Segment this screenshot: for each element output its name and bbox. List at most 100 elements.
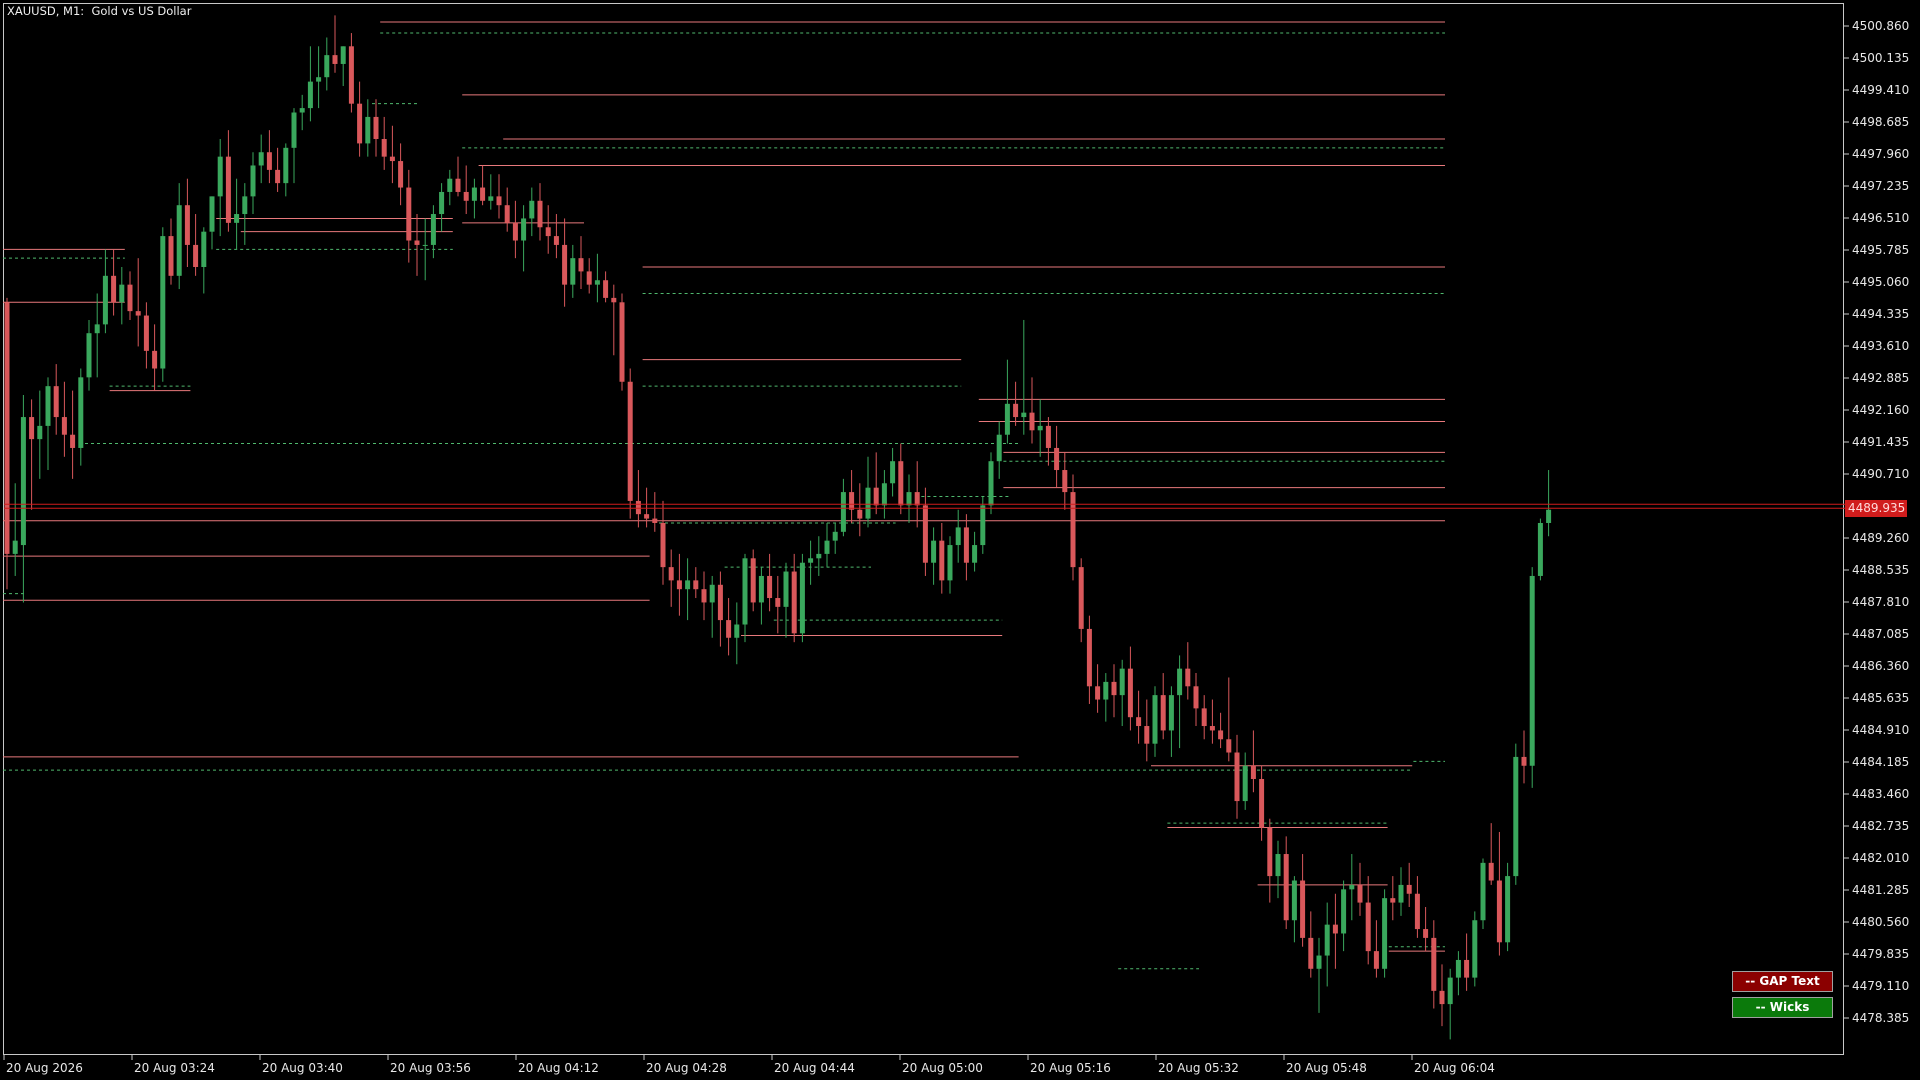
x-tick-label: 20 Aug 03:24: [134, 1061, 215, 1075]
candle-body: [742, 558, 748, 625]
candle-body: [857, 509, 863, 519]
candle-body: [537, 200, 543, 228]
candle-body: [1193, 686, 1199, 709]
candle-body: [1390, 898, 1396, 903]
candle-body: [422, 244, 428, 246]
y-tick-label: 4493.610: [1852, 339, 1910, 353]
gap-text-button[interactable]: -- GAP Text: [1732, 971, 1833, 992]
candle-body: [217, 156, 223, 197]
candle-body: [348, 46, 354, 104]
y-tick-label: 4496.510: [1852, 211, 1910, 225]
y-tick-label: 4489.260: [1852, 531, 1910, 545]
x-tick-label: 20 Aug 05:00: [902, 1061, 983, 1075]
y-tick-label: 4492.160: [1852, 403, 1910, 417]
candle-body: [201, 231, 207, 267]
x-tick-label: 20 Aug 05:48: [1286, 1061, 1367, 1075]
x-tick-label: 20 Aug 05:32: [1158, 1061, 1239, 1075]
y-tick-label: 4486.360: [1852, 659, 1910, 673]
candle-body: [1546, 509, 1552, 523]
candle-body: [512, 222, 518, 241]
y-tick-label: 4500.135: [1852, 51, 1910, 65]
candle-body: [603, 280, 609, 298]
candle-body: [1316, 955, 1322, 969]
candle-body: [471, 187, 477, 201]
candle-body: [758, 575, 764, 603]
y-tick-label: 4482.735: [1852, 819, 1910, 833]
candle-body: [1341, 889, 1347, 934]
wicks-button[interactable]: -- Wicks: [1732, 997, 1833, 1018]
candle-body: [652, 518, 658, 523]
candle-body: [1300, 880, 1306, 938]
candle-body: [1537, 522, 1543, 576]
candle-body: [61, 417, 67, 435]
candle-body: [266, 152, 272, 170]
candle-body: [545, 227, 551, 237]
candle-body: [824, 540, 830, 554]
y-tick-label: 4483.460: [1852, 787, 1910, 801]
candle-body: [1242, 765, 1248, 802]
candle-body: [389, 156, 395, 162]
candle-body: [972, 545, 978, 563]
candle-body: [578, 258, 584, 272]
candle-body: [1037, 425, 1043, 431]
candle-body: [1103, 681, 1109, 700]
candle-body: [53, 386, 59, 418]
candle-body: [521, 218, 527, 241]
candle-body: [898, 461, 904, 506]
y-tick-label: 4497.960: [1852, 147, 1910, 161]
y-tick-label: 4488.535: [1852, 563, 1910, 577]
candle-body: [86, 333, 92, 378]
candle-body: [496, 196, 502, 206]
candle-body: [37, 425, 43, 440]
candle-body: [963, 527, 969, 563]
y-tick-label: 4482.010: [1852, 851, 1910, 865]
candle-body: [890, 461, 896, 484]
candle-body: [332, 55, 338, 64]
candle-body: [1365, 902, 1371, 952]
candle-body: [1250, 765, 1256, 779]
candle-body: [463, 191, 469, 201]
x-tick-label: 20 Aug 03:56: [390, 1061, 471, 1075]
candle-body: [808, 558, 814, 563]
x-tick-label: 20 Aug 03:40: [262, 1061, 343, 1075]
candle-body: [980, 505, 986, 546]
candle-body: [1357, 884, 1363, 903]
candlestick-chart[interactable]: [0, 0, 1920, 1080]
candle-body: [1177, 668, 1183, 696]
candle-body: [832, 531, 838, 541]
candle-body: [676, 580, 682, 590]
candle-body: [1472, 920, 1478, 978]
candle-body: [529, 200, 535, 219]
candle-body: [1332, 924, 1338, 934]
candle-body: [480, 187, 486, 201]
candle-body: [152, 350, 158, 369]
candle-body: [1111, 681, 1117, 696]
candle-body: [734, 624, 740, 638]
y-tick-label: 4495.785: [1852, 243, 1910, 257]
candle-body: [955, 527, 961, 546]
candle-body: [94, 324, 100, 334]
candle-body: [931, 540, 937, 563]
candle-body: [209, 196, 215, 232]
candle-body: [184, 205, 190, 245]
candle-body: [340, 46, 346, 64]
candle-body: [1267, 827, 1273, 877]
x-tick-label: 20 Aug 06:04: [1414, 1061, 1495, 1075]
candle-body: [12, 540, 18, 554]
candle-body: [553, 236, 559, 245]
candle-body: [1144, 726, 1150, 744]
candle-body: [29, 417, 35, 440]
x-tick-label: 20 Aug 04:44: [774, 1061, 855, 1075]
candle-body: [1373, 951, 1379, 969]
candle-body: [135, 311, 141, 316]
x-tick-label: 20 Aug 04:28: [646, 1061, 727, 1075]
x-tick-label: 20 Aug 05:16: [1030, 1061, 1111, 1075]
candle-body: [1062, 470, 1068, 493]
candle-body: [45, 386, 51, 426]
candle-body: [1070, 492, 1076, 568]
candle-body: [635, 500, 641, 515]
candle-body: [365, 116, 371, 144]
candle-body: [258, 152, 264, 166]
candle-body: [4, 302, 10, 554]
candle-body: [250, 165, 256, 197]
